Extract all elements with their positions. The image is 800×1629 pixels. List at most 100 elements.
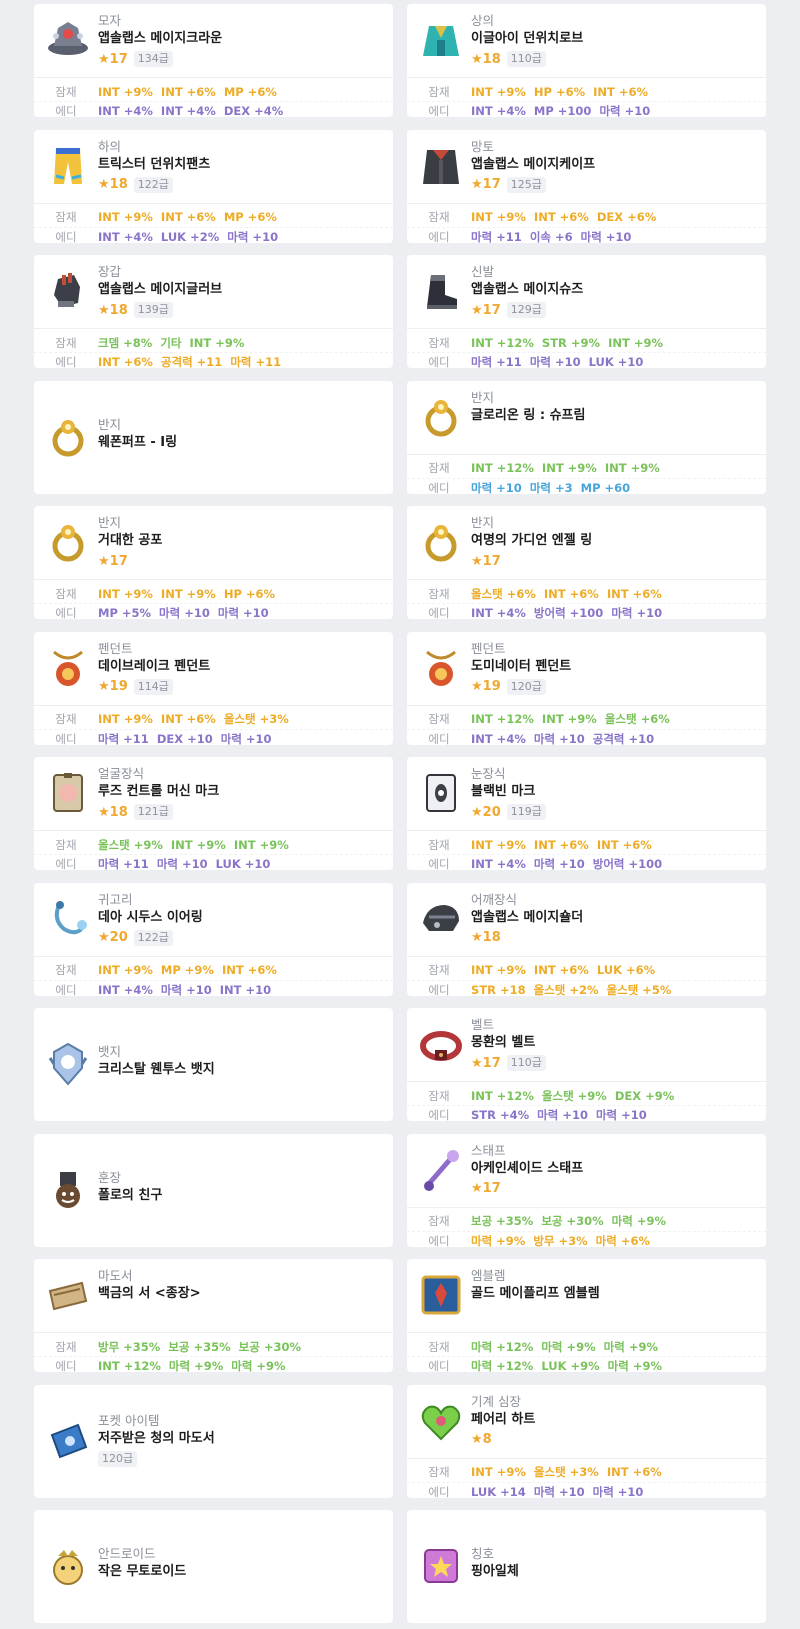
potential-section: 잠재 INT +12% INT +9% 올스탯 +6% 에디 INT +4% 마력 +10 공… [407,704,766,745]
equipment-card[interactable]: 펜던트 데이브레이크 펜던트 ★19 114급잠재 INT +9% INT +6% 올스탯 … [34,631,393,745]
equipment-card[interactable]: 눈장식 블랙빈 마크 ★20 119급 잠재 INT +9% INT +6% INT +6% 에… [407,757,766,870]
equipment-card[interactable]: 망토 앱솔랩스 메이지케이프 ★17 125급 잠재 INT +9% INT +6% DEX … [407,129,766,243]
equipment-card[interactable]: 모자 앱솔랩스 메이지크라운 ★17 134급 잠재 INT +9% INT +6% MP +… [34,4,393,117]
equipment-card[interactable]: 반지 글로리온 링 : 슈프림 잠재 INT +12% INT +9% INT +9% 에디… [407,380,766,494]
potential-label: 잠재 [428,210,450,224]
item-slot: 망토 [471,138,495,154]
equipment-card[interactable]: 스태프 아케인셰이드 스태프 ★17 잠재 보공 +35% 보공 +30% 마력 +9% 에디… [407,1133,766,1247]
potential-label: 잠재 [428,837,450,852]
item-name: 루즈 컨트롤 머신 마크 [98,784,220,799]
potential-option: 마력 +10 [592,1484,644,1498]
potential-section: 잠재 INT +9% INT +6% DEX +6% 에디 마력 +11 이속 +6 마력 +… [407,202,766,243]
item-header: 반지 웨폰퍼프 - I링 [34,381,393,494]
potential-option: 마력 +10 [533,1484,585,1498]
grade-badge: 125급 [506,176,546,193]
equipment-card[interactable]: 벨트 몽환의 벨트 ★17 110급 잠재 INT +12% 올스탯 +9% DEX +9% 에… [407,1008,766,1121]
additional-potential-row: 에디 MP +5% 마력 +10 마력 +10 [34,603,393,619]
equipment-card[interactable]: 훈장 폴로의 친구 [34,1133,393,1247]
item-slot: 안드로이드 [98,1546,156,1561]
item-meta: ★17 110급 [471,1054,546,1072]
additional-potential-row: 에디 INT +4% 방어력 +100 마력 +10 [407,603,766,619]
equipment-card[interactable]: 뱃지 크리스탈 웬투스 뱃지 [34,1008,393,1121]
additional-label: 에디 [55,104,77,117]
additional-potential-row: 에디 마력 +9% 방무 +3% 마력 +6% [407,1230,766,1247]
equipment-card[interactable]: 마도서 백금의 서 <종장> 잠재 방무 +35% 보공 +35% 보공 +30% 에디 IN… [34,1259,393,1372]
equipment-card[interactable]: 장갑 앱솔랩스 메이지글러브 ★18 139급 잠재 크뎀 +8% 기타 INT +9% 에디 I… [34,255,393,368]
equipment-card[interactable]: 신발 앱솔랩스 메이지슈즈 ★17 129급 잠재 INT +12% STR +9% INT … [407,255,766,368]
potential-option: INT +9% [189,335,245,350]
potential-option: 방어력 +100 [533,606,604,619]
potential-option: 마력 +9% [541,1339,596,1354]
item-meta: ★17 125급 [471,176,595,194]
equipment-card[interactable]: 엠블렘 골드 메이플리프 엠블렘 잠재 마력 +12% 마력 +9% 마력 +9% 에디 마력… [407,1259,766,1372]
potential-option: 방무 +3% [533,1233,588,1247]
potential-option: 마력 +10 [217,606,269,619]
potential-option: 마력 +10 [599,104,651,117]
equipment-card[interactable]: 반지 여명의 가디언 엔젤 링 ★17 잠재 올스탯 +6% INT +6% INT +6%… [407,506,766,619]
item-slot: 펜던트 [98,640,133,656]
grade-badge: 122급 [133,929,173,946]
additional-potential-row: 에디 INT +12% 마력 +9% 마력 +9% [34,1356,393,1372]
robe-icon [417,16,465,64]
potential-option: HP +6% [533,84,586,99]
equipment-card[interactable]: 하의 트릭스터 던위치팬츠 ★18 122급 잠재 INT +9% INT +6% MP +6… [34,129,393,243]
potential-option: INT +9% [98,712,153,726]
additional-label: 에디 [428,606,450,619]
item-info: 장갑 앱솔랩스 메이지글러브 ★18 139급 [98,264,222,319]
equipment-card[interactable]: 반지 웨폰퍼프 - I링 [34,380,393,494]
potential-option: INT +4% [98,229,153,243]
potential-option: 마력 +11 [98,731,149,745]
item-info: 눈장식 블랙빈 마크 ★20 119급 [471,766,546,821]
potential-label: 잠재 [55,1339,77,1354]
item-info: 펜던트 데이브레이크 펜던트 ★19 114급 [98,641,210,696]
additional-potential-row: 에디 INT +4% 마력 +10 INT +10 [34,979,393,996]
item-name: 작은 무토로이드 [98,1564,187,1579]
additional-label: 에디 [55,1359,77,1372]
item-header: 반지 여명의 가디언 엔젤 링 ★17 [407,506,766,579]
potential-label: 잠재 [55,963,77,977]
potential-option: INT +9% [471,210,526,224]
potential-section: 잠재 올스탯 +9% INT +9% INT +9% 에디 마력 +11 마력 +10 LUK… [34,830,393,870]
equipment-card[interactable]: 귀고리 데아 시두스 이어링 ★20 122급 잠재 INT +9% MP +9% INT +… [34,882,393,996]
equipment-card[interactable]: 상의 이글아이 던위치로브 ★18 110급 잠재 INT +9% HP +6% INT +6… [407,4,766,117]
item-slot: 뱃지 [98,1044,122,1059]
additional-label: 에디 [428,355,450,368]
item-name: 도미네이터 펜던트 [471,658,572,674]
potential-option: 마력 +10 [537,1108,588,1121]
potential-option: 보공 +35% [168,1339,231,1354]
equipment-card[interactable]: 얼굴장식 루즈 컨트롤 머신 마크 ★18 121급 잠재 올스탯 +9% INT +9% I… [34,757,393,870]
shoes-icon [417,267,465,315]
equipment-card[interactable]: 반지 거대한 공포 ★17 잠재 INT +9% INT +9% HP +6% 에디 MP +5… [34,506,393,619]
item-header: 반지 글로리온 링 : 슈프림 [407,381,766,454]
potential-potential-row: 잠재 INT +9% MP +9% INT +6% [34,961,393,980]
item-name: 저주받은 청의 마도서 [98,1430,215,1446]
item-name: 앱솔랩스 메이지글러브 [98,282,223,297]
pendant-icon [417,644,465,692]
equipment-card[interactable]: 포켓 아이템 저주받은 청의 마도서 120급 [34,1384,393,1498]
potential-option: 이속 +6 [529,229,573,243]
potential-label: 잠재 [55,586,77,601]
item-info: 망토 앱솔랩스 메이지케이프 ★17 125급 [471,139,595,194]
starforce-badge: ★18 [471,930,501,945]
equipment-card[interactable]: 칭호 핑아일체 [407,1510,766,1623]
potential-option: MP +6% [223,84,277,99]
potential-option: MP +6% [223,210,277,224]
potential-option: LUK +2% [160,229,220,243]
equipment-card[interactable]: 안드로이드작은 무토로이드 [34,1510,393,1623]
potential-label: 잠재 [55,84,77,99]
additional-label: 에디 [55,355,77,368]
equipment-card[interactable]: 어깨장식 앱솔랩스 메이지숄더 ★18 잠재 INT +9% INT +6% LUK +6%… [407,882,766,996]
item-meta: ★20 119급 [471,803,546,821]
grade-badge: 121급 [133,804,173,820]
potential-section: 잠재 INT +9% INT +6% 올스탯 +3% 에디 마력 +11 DEX +10 마력… [34,704,393,745]
pocket-book-icon [44,1417,92,1465]
item-header: 스태프 아케인셰이드 스태프 ★17 [407,1134,766,1207]
starforce-badge: ★18 [98,177,128,192]
equipment-card[interactable]: 기계 심장 페어리 하트 ★8 잠재 INT +9% 올스탯 +3% INT +6% 에디 LU… [407,1384,766,1498]
potential-section: 잠재 INT +12% STR +9% INT +9% 에디 마력 +11 마력 +10 LU… [407,328,766,368]
potential-option: INT +6% [596,837,652,852]
ring-icon [44,518,92,566]
potential-option: INT +9% [471,837,526,852]
additional-label: 에디 [428,857,450,870]
equipment-card[interactable]: 펜던트 도미네이터 펜던트 ★19 120급 잠재 INT +12% INT +9% 올스탯 … [407,631,766,745]
